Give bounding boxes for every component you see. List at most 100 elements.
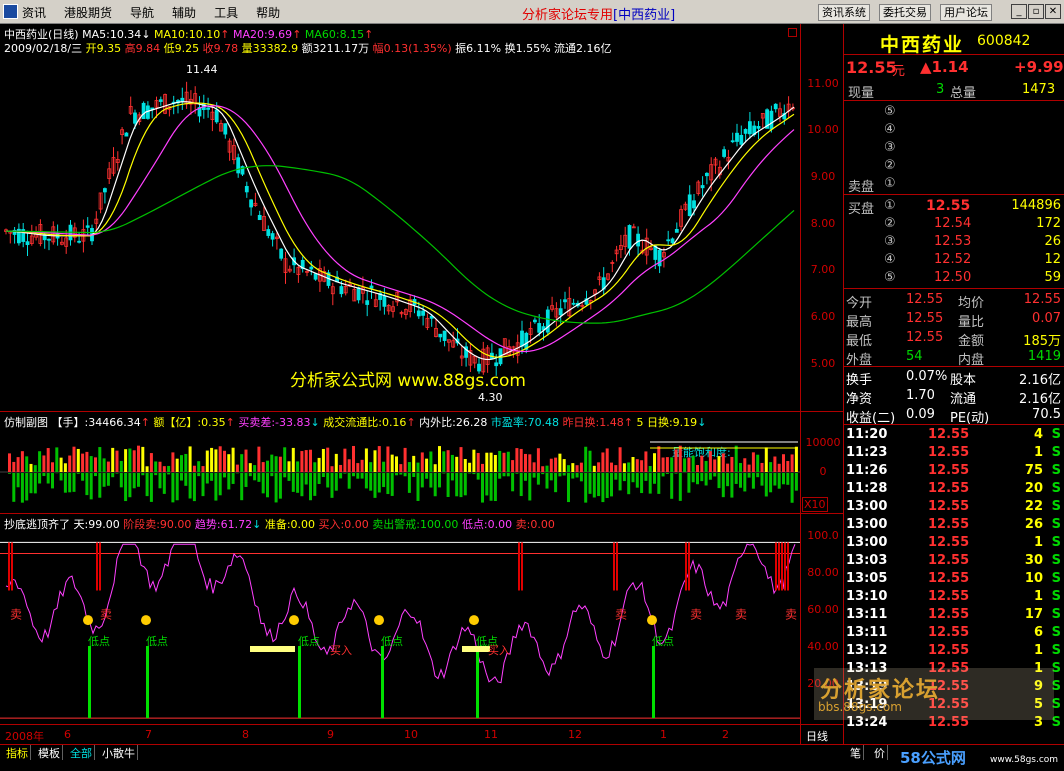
sell-signal-bar (613, 542, 615, 591)
volume-bar-neg (364, 473, 368, 489)
sell-signal-bar (616, 542, 618, 591)
candle (451, 331, 456, 349)
candle (274, 232, 279, 250)
candle (442, 330, 447, 347)
tick-vol: 4 (1033, 427, 1043, 442)
sub1-x10[interactable]: X10 (802, 497, 828, 512)
candle (244, 181, 249, 198)
volume-bar (403, 447, 407, 472)
pane-divider-2 (0, 513, 843, 514)
volume-bar-neg (674, 473, 678, 474)
stat-label-2: 量比 (958, 315, 985, 330)
period-label[interactable]: 日线 (806, 728, 828, 744)
candle (266, 225, 271, 239)
volume-bar-neg (38, 473, 42, 484)
volume-bar-neg (567, 473, 570, 503)
xtick-12: 12 (568, 728, 582, 741)
volume-bar-neg (721, 473, 725, 498)
buy-2-vol: 172 (1036, 216, 1061, 231)
volume-bar (180, 455, 183, 472)
restore-icon[interactable]: ▫ (1028, 4, 1044, 19)
sell-level-4: ④ (844, 122, 1064, 140)
volume-bar (175, 458, 179, 472)
candle (231, 138, 236, 165)
volume-bar (20, 451, 24, 472)
menu-item-info[interactable]: 资讯 (22, 4, 46, 21)
tab-xiaosanniu[interactable]: 小散牛 (100, 745, 138, 760)
volume-bar (395, 456, 398, 472)
minimize-icon[interactable]: _ (1011, 4, 1027, 19)
candle (571, 298, 576, 306)
volume-bar (511, 460, 515, 472)
tab-all[interactable]: 全部 (68, 745, 95, 760)
volume-bar-neg (502, 473, 506, 477)
buy-5-n: ⑤ (884, 270, 896, 285)
candle (399, 310, 404, 318)
tick-row: 13:05 12.55 10 S (844, 571, 1064, 589)
sell-level-1: 卖盘 ① (844, 176, 1064, 195)
candle (25, 230, 30, 256)
tick-time: 13:00 (846, 499, 888, 514)
forum-button[interactable]: 用户论坛 (940, 4, 992, 21)
fund-row: 换手 0.07% 股本 2.16亿 (844, 369, 1064, 388)
info-system-button[interactable]: 资讯系统 (818, 4, 870, 21)
low-label-4: 低点 (381, 635, 403, 648)
menu-item-assist[interactable]: 辅助 (172, 4, 196, 21)
volume-bar (528, 454, 532, 472)
volume-bar (687, 457, 691, 472)
expand-icon[interactable] (788, 28, 797, 37)
face-icon (374, 615, 384, 626)
peak-label: 11.44 (186, 63, 218, 76)
tab-jia[interactable]: 价 (872, 745, 888, 760)
volume-bar-neg (476, 473, 480, 480)
sub1-chart[interactable] (0, 428, 800, 512)
close-icon[interactable]: ✕ (1045, 4, 1061, 19)
volume-bar (760, 462, 764, 472)
ytick-1000: 10.00 (807, 123, 839, 136)
tab-template[interactable]: 模板 (36, 745, 63, 760)
volume-bar (334, 453, 338, 472)
menu-item-help[interactable]: 帮助 (256, 4, 280, 21)
tick-price: 12.55 (928, 607, 970, 622)
xtick-7: 7 (145, 728, 152, 741)
volume-bar (154, 461, 158, 472)
volume-bar-neg (68, 473, 72, 493)
volume-bar-neg (145, 473, 149, 497)
candle (356, 286, 361, 304)
candle (511, 345, 516, 358)
tick-vol: 1 (1033, 445, 1043, 460)
menu-item-hk-futures[interactable]: 港股期货 (64, 4, 112, 21)
volume-bar (648, 465, 652, 472)
volume-bar-neg (597, 473, 601, 497)
volume-bar (89, 456, 93, 472)
menu-item-navigate[interactable]: 导航 (130, 4, 154, 21)
tab-indicator[interactable]: 指标 (4, 745, 31, 760)
tab-bi[interactable]: 笔 (848, 745, 864, 760)
pane-divider-1 (0, 411, 843, 412)
volume-bar-neg (726, 473, 730, 487)
volume-bar (579, 462, 583, 472)
volume-bar (536, 448, 540, 472)
volume-bar (704, 460, 708, 472)
low-label-2: 低点 (146, 635, 168, 648)
volume-bar (158, 461, 162, 472)
price-row: 12.55 元 ▲1.14 +9.99 (844, 58, 1064, 79)
volume-bar (343, 448, 347, 472)
trade-button[interactable]: 委托交易 (879, 4, 931, 21)
volume-bar (485, 452, 489, 472)
low-signal-bar (88, 646, 91, 719)
volume-bar (352, 445, 355, 472)
kline-chart[interactable] (0, 54, 800, 411)
candle (614, 245, 619, 262)
app-icon[interactable] (3, 4, 18, 19)
volume-bar-neg (739, 473, 742, 488)
sell-label: 卖盘 (848, 180, 875, 195)
volume-bar (610, 462, 613, 472)
sub2-chart[interactable]: 卖卖卖卖卖卖 (0, 530, 800, 724)
volume-bar (713, 459, 717, 472)
sell-signal-bar (784, 542, 786, 591)
menu-item-tools[interactable]: 工具 (214, 4, 238, 21)
candle (726, 149, 731, 170)
sell-signal-bar (685, 542, 687, 591)
chart-area[interactable]: 中西药业(日线) MA5:10.34↓ MA10:10.10↑ MA20:9.6… (0, 24, 843, 744)
